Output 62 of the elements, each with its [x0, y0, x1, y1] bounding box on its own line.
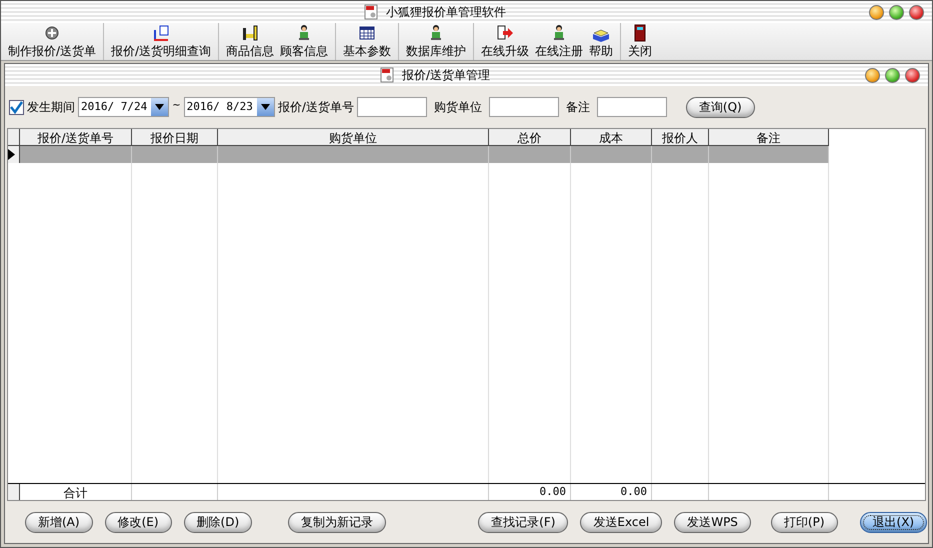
text-field[interactable] [488, 97, 559, 117]
action-button[interactable]: 复制为新记录 [288, 512, 386, 532]
column-header[interactable]: 购货单位 [218, 129, 489, 146]
column-header[interactable]: 成本 [571, 129, 652, 146]
dropdown-button[interactable] [256, 98, 274, 116]
action-button[interactable]: 打印(P) [770, 512, 838, 532]
text-field[interactable] [356, 97, 427, 117]
field-label: 报价/送货单号 [278, 99, 354, 116]
action-button[interactable]: 退出(X) [860, 512, 928, 532]
column-header[interactable]: 报价/送货单号 [20, 129, 132, 146]
row-header [8, 484, 20, 500]
action-button[interactable]: 新增(A) [25, 512, 93, 532]
total-cell: 合计 [20, 484, 132, 500]
maximize-button[interactable] [885, 68, 900, 82]
minimize-button[interactable] [869, 4, 884, 20]
calendar-icon [358, 24, 376, 42]
window-title: 小狐狸报价单管理软件 [386, 4, 506, 21]
column-header[interactable]: 报价日期 [132, 129, 218, 146]
maximize-button[interactable] [889, 4, 904, 20]
check-icon [10, 100, 23, 114]
field-label: 备注 [566, 99, 590, 116]
action-button[interactable]: 查找记录(F) [478, 512, 568, 532]
period-label: 发生期间 [27, 99, 75, 116]
action-button[interactable]: 查询(Q) [686, 96, 755, 118]
column-header[interactable]: 总价 [489, 129, 571, 146]
action-button[interactable]: 发送Excel [580, 512, 662, 532]
field-label: 购货单位 [434, 99, 482, 116]
total-cell: 0.00 [571, 484, 652, 500]
toolbar-button[interactable]: 商品信息 [223, 23, 278, 60]
date-field[interactable]: 2016/ 7/24 [78, 97, 170, 117]
toolbar-button[interactable]: 基本参数 [340, 23, 394, 60]
document-icon [380, 67, 394, 83]
column-header[interactable]: 报价人 [652, 129, 709, 146]
toolbar-button[interactable]: 数据库维护 [403, 23, 470, 60]
caret-icon [155, 104, 164, 110]
toolbar-button[interactable]: 制作报价/送货单 [5, 23, 100, 60]
dropdown-button[interactable] [151, 98, 168, 116]
toolbar-button[interactable]: 关闭 [625, 23, 656, 60]
total-cell: 0.00 [489, 484, 571, 500]
close-button[interactable] [909, 4, 924, 20]
chart-icon [152, 24, 170, 42]
text-field[interactable] [596, 97, 667, 117]
action-button[interactable]: 删除(D) [184, 512, 252, 532]
action-button[interactable]: 修改(E) [104, 512, 172, 532]
pointer-icon [8, 149, 15, 160]
action-button[interactable]: 发送WPS [674, 512, 751, 532]
period-checkbox[interactable] [9, 100, 24, 114]
date-field[interactable]: 2016/ 8/23 [184, 97, 275, 117]
child-window-title: 报价/送货单管理 [402, 67, 490, 84]
arrow-icon [496, 24, 514, 42]
caret-icon [260, 104, 270, 110]
close-button[interactable] [905, 68, 920, 82]
column-header[interactable]: 备注 [709, 129, 829, 146]
document-icon [364, 4, 378, 20]
toolbar-button[interactable]: 报价/送货明细查询 [108, 23, 214, 60]
toolbar-button[interactable]: 在线注册 [532, 23, 586, 60]
toolbar-button[interactable]: 在线升级 [478, 23, 532, 60]
shelf-icon [241, 24, 260, 42]
toolbar-button[interactable]: 顾客信息 [277, 23, 332, 60]
toolbar-button[interactable]: 帮助 [586, 23, 616, 60]
date-separator: ~ [172, 99, 181, 113]
minimize-button[interactable] [865, 68, 880, 82]
